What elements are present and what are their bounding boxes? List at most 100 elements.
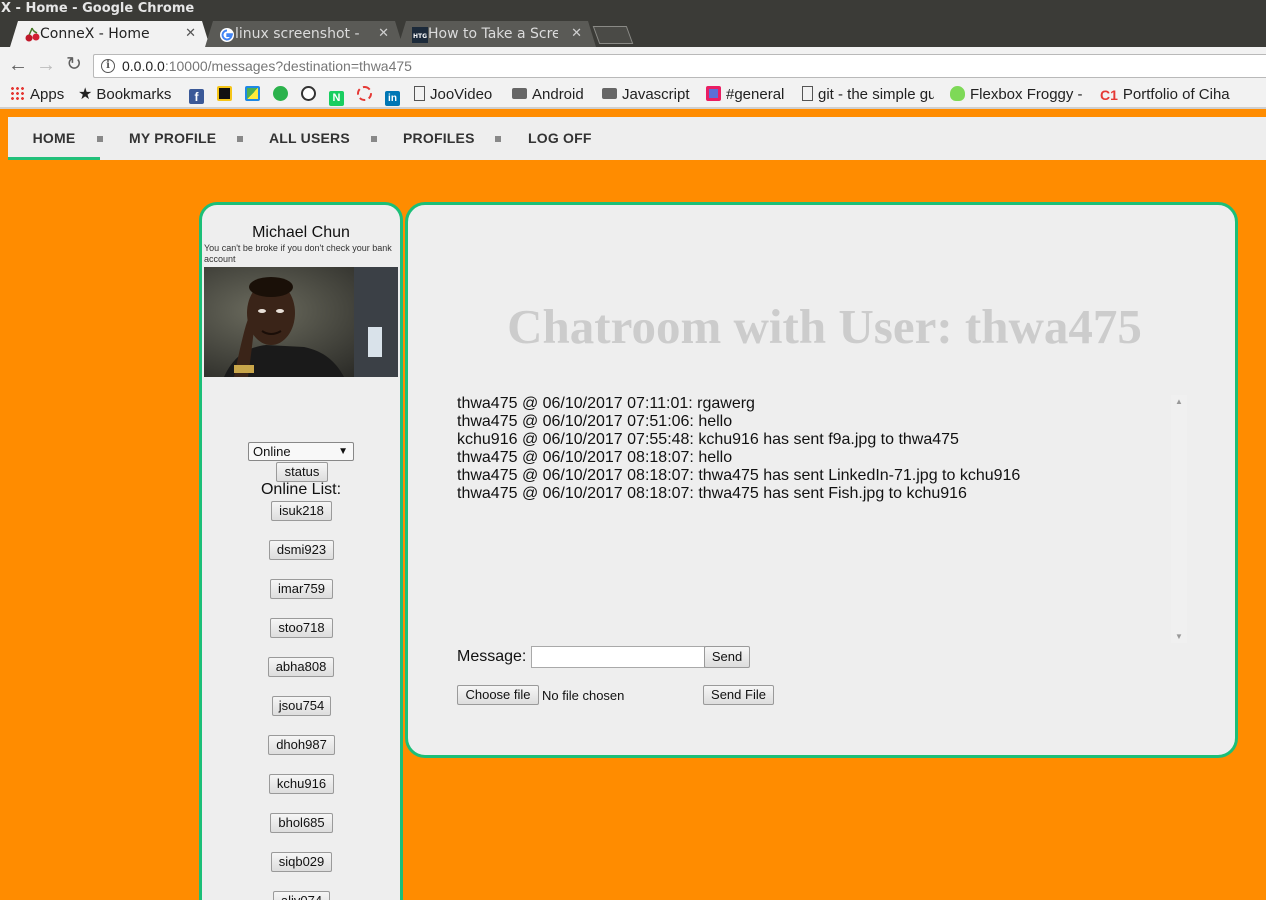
tab-connex-home[interactable]: ConneX - Home ✕ — [10, 21, 210, 47]
nav-separator — [97, 136, 103, 142]
status-button[interactable]: status — [276, 462, 328, 482]
send-file-button[interactable]: Send File — [703, 685, 774, 705]
online-user-button[interactable]: aliv074 — [273, 891, 330, 900]
nav-separator — [495, 136, 501, 142]
nav-log-off[interactable]: LOG OFF — [528, 117, 592, 160]
nav-profiles[interactable]: PROFILES — [403, 117, 475, 160]
online-user-button[interactable]: imar759 — [270, 579, 333, 599]
chat-panel: Chatroom with User: thwa475 thwa475 @ 06… — [405, 202, 1238, 758]
page-icon — [414, 86, 425, 101]
message-log-scrollbar[interactable]: ▲ ▼ — [1171, 395, 1187, 643]
nav-all-users[interactable]: ALL USERS — [269, 117, 350, 160]
bookmark-folder-javascript[interactable]: Javascript — [602, 85, 690, 105]
bookmark-joovideo[interactable]: JooVideo — [414, 85, 492, 105]
online-user-button[interactable]: dhoh987 — [268, 735, 335, 755]
file-status: No file chosen — [542, 688, 625, 703]
tab-close-icon[interactable]: ✕ — [185, 21, 196, 47]
choose-file-button[interactable]: Choose file — [457, 685, 539, 705]
online-user-button[interactable]: stoo718 — [270, 618, 333, 638]
url-path: :10000/messages?destination=thwa475 — [164, 58, 412, 74]
nav-my-profile[interactable]: MY PROFILE — [129, 117, 216, 160]
maps-icon — [245, 86, 260, 101]
message-input[interactable] — [531, 646, 705, 668]
message-label: Message: — [457, 648, 527, 665]
tab-strip: ConneX - Home ✕ linux screenshot - G ✕ H… — [0, 17, 1266, 47]
site-nav: HOME MY PROFILE ALL USERS PROFILES LOG O… — [8, 117, 1266, 160]
back-arrow-icon[interactable]: ← — [7, 54, 29, 76]
message-line: thwa475 @ 06/10/2017 08:18:07: thwa475 h… — [457, 467, 1021, 484]
c1-icon: C1 — [1100, 87, 1118, 103]
bookmark-opera[interactable] — [357, 85, 377, 105]
profile-photo — [204, 267, 398, 377]
online-list-title: Online List: — [260, 481, 342, 498]
message-line: kchu916 @ 06/10/2017 07:55:48: kchu916 h… — [457, 431, 959, 448]
tab-how-to-take-screenshot[interactable]: HTG How to Take a Scree ✕ — [398, 21, 596, 47]
tab-title: How to Take a Scree — [428, 26, 558, 42]
folder-icon — [512, 88, 527, 99]
url-host: 0.0.0.0 — [122, 58, 165, 74]
cherry-favicon-icon — [24, 26, 40, 42]
bookmark-flexbox-froggy[interactable]: Flexbox Froggy - — [950, 85, 1086, 105]
bookmark-facebook[interactable]: f — [189, 85, 209, 105]
bookmark-git-guide[interactable]: git - the simple gu — [802, 85, 934, 105]
bookmark-imdb[interactable] — [217, 85, 237, 105]
nav-separator — [237, 136, 243, 142]
reload-icon[interactable]: ↻ — [63, 54, 85, 76]
online-user-button[interactable]: bhol685 — [270, 813, 333, 833]
profile-name: Michael Chun — [252, 224, 350, 241]
opera-icon — [357, 86, 372, 101]
nav-home[interactable]: HOME — [8, 117, 100, 160]
status-select[interactable]: Online ▼ — [248, 442, 354, 461]
svg-text:HTG: HTG — [413, 33, 427, 40]
tab-close-icon[interactable]: ✕ — [378, 21, 389, 47]
browser-toolbar: ← → ↻ i 0.0.0.0:10000/messages?destinati… — [0, 47, 1266, 83]
scroll-up-arrow-icon[interactable]: ▲ — [1175, 397, 1183, 406]
window-title: X - Home - Google Chrome — [0, 0, 1266, 17]
bookmark-naver[interactable]: N — [329, 85, 349, 106]
google-favicon-icon — [219, 26, 235, 42]
online-user-button[interactable]: kchu916 — [269, 774, 334, 794]
slack-icon — [706, 86, 721, 101]
address-bar[interactable]: i 0.0.0.0:10000/messages?destination=thw… — [93, 54, 1266, 78]
online-user-button[interactable]: siqb029 — [271, 852, 332, 872]
page-icon — [802, 86, 813, 101]
scroll-down-arrow-icon[interactable]: ▼ — [1175, 632, 1183, 641]
frog-icon — [950, 86, 965, 101]
bookmark-portfolio[interactable]: C1 Portfolio of Ciha — [1100, 85, 1239, 105]
tab-close-icon[interactable]: ✕ — [571, 21, 582, 47]
tab-title: linux screenshot - G — [235, 26, 351, 42]
profile-quote: You can't be broke if you don't check yo… — [204, 243, 392, 264]
send-button[interactable]: Send — [704, 646, 750, 668]
bookmark-feedly[interactable] — [273, 85, 293, 105]
bookmark-folder-android[interactable]: Android — [512, 85, 584, 105]
online-user-button[interactable]: abha808 — [268, 657, 334, 677]
bookmark-maps[interactable] — [245, 85, 265, 105]
bookmark-apps[interactable]: Apps — [10, 85, 64, 105]
bookmark-general[interactable]: #general — [706, 85, 784, 105]
linkedin-icon: in — [385, 91, 400, 106]
bookmark-dribbble[interactable] — [301, 85, 321, 105]
page-top-border — [0, 107, 1266, 109]
message-line: thwa475 @ 06/10/2017 07:11:01: rgawerg — [457, 395, 755, 412]
message-log[interactable]: thwa475 @ 06/10/2017 07:11:01: rgawerg t… — [457, 395, 1187, 645]
nav-separator — [371, 136, 377, 142]
bookmark-linkedin[interactable]: in — [385, 85, 405, 106]
online-user-button[interactable]: dsmi923 — [269, 540, 334, 560]
bookmark-bookmarks[interactable]: ★ Bookmarks — [78, 85, 171, 105]
info-icon[interactable]: i — [101, 59, 115, 73]
feedly-icon — [273, 86, 288, 101]
forward-arrow-icon[interactable]: → — [35, 54, 57, 76]
message-line: thwa475 @ 06/10/2017 08:18:07: thwa475 h… — [457, 485, 967, 502]
online-user-button[interactable]: jsou754 — [272, 696, 331, 716]
online-user-button[interactable]: isuk218 — [271, 501, 332, 521]
imdb-icon — [217, 86, 232, 101]
htg-favicon-icon: HTG — [412, 26, 428, 42]
facebook-icon: f — [189, 89, 204, 104]
tab-linux-screenshot[interactable]: linux screenshot - G ✕ — [205, 21, 403, 47]
dribbble-icon — [301, 86, 316, 101]
dropdown-caret-icon: ▼ — [338, 446, 348, 457]
new-tab-button[interactable] — [592, 26, 634, 44]
profile-sidebar: Michael Chun You can't be broke if you d… — [199, 202, 403, 900]
folder-icon — [602, 88, 617, 99]
message-line: thwa475 @ 06/10/2017 08:18:07: hello — [457, 449, 733, 466]
